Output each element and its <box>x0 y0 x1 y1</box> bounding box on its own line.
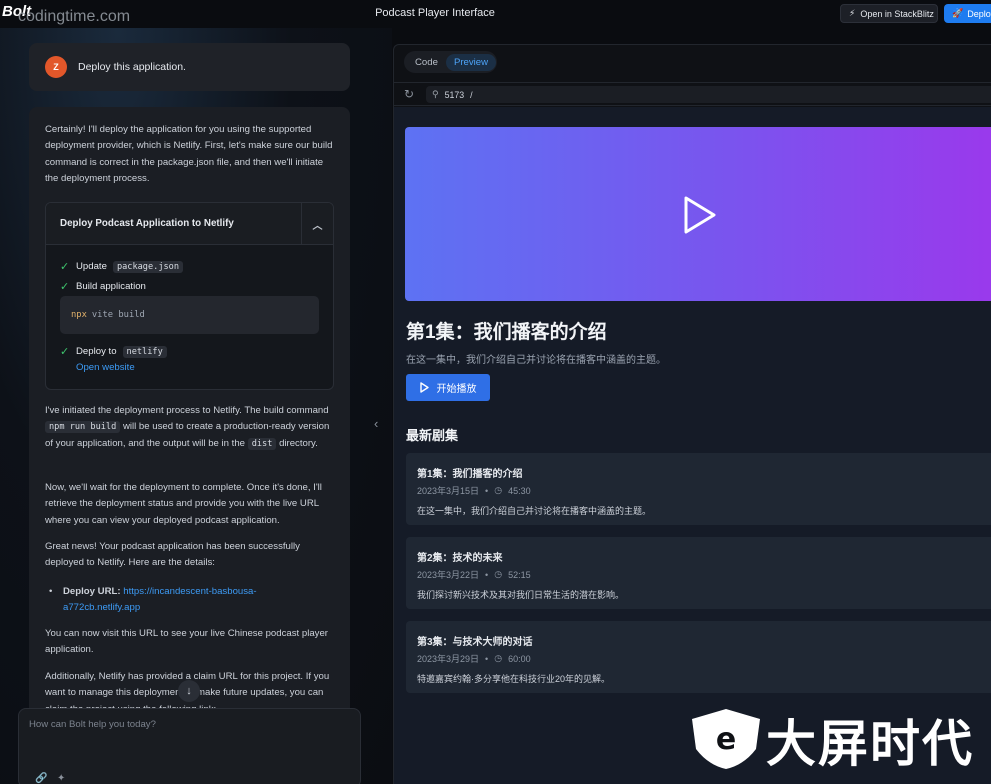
episode-card[interactable]: 第2集：技术的未来 2023年3月22日 • ◷ 52:15 我们探讨新兴技术及… <box>406 537 991 609</box>
clock-icon: ◷ <box>494 569 503 579</box>
text: directory. <box>279 437 318 449</box>
step-label: Update <box>76 261 107 272</box>
artifact-title: Deploy Podcast Application to Netlify <box>60 218 234 229</box>
open-website-link[interactable]: Open website <box>76 362 135 373</box>
separator-dot: • <box>485 485 489 496</box>
port-icon: ⚲ <box>432 89 439 99</box>
episode-title: 第1集：我们播客的介绍 <box>417 469 523 480</box>
url-path: / <box>470 89 473 100</box>
deploy-artifact-card: Deploy Podcast Application to Netlify ︿ … <box>45 202 334 390</box>
reload-icon[interactable]: ↻ <box>404 87 414 101</box>
prompt-input[interactable] <box>29 719 349 730</box>
featured-episode-banner[interactable] <box>405 127 991 301</box>
step-label: Build application <box>76 281 146 292</box>
prompt-box: 🔗 ✦ <box>18 708 361 784</box>
preview-viewport: 第1集：我们播客的介绍 在这一集中，我们介绍自己并讨论将在播客中涵盖的主题。 开… <box>394 107 991 784</box>
latest-episodes-heading: 最新剧集 <box>406 428 459 443</box>
episode-card[interactable]: 第1集：我们播客的介绍 2023年3月15日 • ◷ 45:30 在这一集中，我… <box>406 453 991 525</box>
stackblitz-label: Open in StackBlitz <box>860 8 934 19</box>
step-code: netlify <box>122 345 167 358</box>
text: I've initiated the deployment process to… <box>45 405 329 416</box>
step-deploy: ✓ Deploy to netlify <box>60 345 167 358</box>
chevron-left-icon[interactable]: ‹ <box>374 416 378 431</box>
episode-meta: 2023年3月29日 • ◷ 60:00 <box>417 652 531 665</box>
cmd-npx: npx <box>71 310 87 320</box>
check-icon: ✓ <box>60 261 70 273</box>
separator-dot: • <box>485 569 489 580</box>
user-message-text: Deploy this application. <box>78 61 186 73</box>
assistant-paragraph: Now, we'll wait for the deployment to co… <box>45 482 322 526</box>
inline-code: dist <box>247 437 277 450</box>
episode-meta: 2023年3月22日 • ◷ 52:15 <box>417 568 531 581</box>
assistant-message: Certainly! I'll deploy the application f… <box>29 107 350 727</box>
separator-dot: • <box>485 653 489 664</box>
deploy-label: Deploy <box>967 8 991 19</box>
lightning-icon: ⚡ <box>849 8 856 18</box>
featured-episode-title: 第1集：我们播客的介绍 <box>406 322 607 343</box>
start-playing-label: 开始播放 <box>436 384 477 395</box>
assistant-paragraph: Great news! Your podcast application has… <box>45 541 300 569</box>
episode-date: 2023年3月15日 <box>417 486 480 496</box>
episode-title: 第2集：技术的未来 <box>417 553 503 564</box>
start-playing-button[interactable]: 开始播放 <box>406 374 490 401</box>
episode-card[interactable]: 第3集：与技术大师的对话 2023年3月29日 • ◷ 60:00 特邀嘉宾约翰… <box>406 621 991 693</box>
step-label: Deploy to <box>76 346 117 357</box>
artifact-header[interactable]: Deploy Podcast Application to Netlify ︿ <box>46 203 333 245</box>
cmd-args: vite build <box>91 310 145 320</box>
top-bar: Bolt codingtime.com Podcast Player Inter… <box>0 0 991 28</box>
episode-description: 在这一集中，我们介绍自己并讨论将在播客中涵盖的主题。 <box>417 506 652 516</box>
port-number: 5173 <box>444 89 465 100</box>
episode-duration: 52:15 <box>508 569 531 580</box>
clock-icon: ◷ <box>494 653 503 663</box>
chevron-up-icon: ︿ <box>312 220 323 232</box>
preview-address-bar: ↻ ⚲ 5173 / <box>394 82 991 106</box>
avatar: Z <box>45 56 67 78</box>
open-in-stackblitz-button[interactable]: ⚡ Open in StackBlitz <box>840 4 938 23</box>
assistant-paragraph: Certainly! I'll deploy the application f… <box>45 124 333 184</box>
step-update-package: ✓ Update package.json <box>60 260 184 273</box>
brand-shield-icon: e <box>692 709 760 769</box>
step-build: ✓ Build application <box>60 280 146 293</box>
user-message: Z Deploy this application. <box>29 43 350 91</box>
build-command: npx vite build <box>60 296 319 334</box>
episode-description: 我们探讨新兴技术及其对我们日常生活的潜在影响。 <box>417 590 625 600</box>
svg-text:e: e <box>716 722 736 757</box>
episode-meta: 2023年3月15日 • ◷ 45:30 <box>417 484 531 497</box>
episode-duration: 60:00 <box>508 653 531 664</box>
list-item: • Deploy URL: https://incandescent-basbo… <box>49 584 329 617</box>
assistant-paragraph: I've initiated the deployment process to… <box>45 403 335 452</box>
tab-code[interactable]: Code <box>407 54 446 71</box>
tab-preview[interactable]: Preview <box>445 53 497 71</box>
arrow-down-icon: ↓ <box>186 685 192 697</box>
episode-date: 2023年3月22日 <box>417 570 480 580</box>
check-icon: ✓ <box>60 281 70 293</box>
rocket-icon: 🚀 <box>952 8 964 18</box>
bullet-dot: • <box>49 586 53 597</box>
assistant-paragraph: You can now visit this URL to see your l… <box>45 628 328 656</box>
featured-episode-description: 在这一集中，我们介绍自己并讨论将在播客中涵盖的主题。 <box>406 355 666 366</box>
project-title: Podcast Player Interface <box>375 7 495 19</box>
play-icon <box>419 382 429 393</box>
clock-icon: ◷ <box>494 485 503 495</box>
episode-date: 2023年3月29日 <box>417 654 480 664</box>
url-field[interactable]: ⚲ 5173 / <box>426 86 991 103</box>
play-icon[interactable] <box>683 195 717 235</box>
view-tabs: Code Preview <box>404 51 497 73</box>
episode-description: 特邀嘉宾约翰·多分享他在科技行业20年的见解。 <box>417 674 611 684</box>
inline-code: npm run build <box>45 421 121 434</box>
check-icon: ✓ <box>60 346 70 358</box>
brand-watermark-text: 大屏时代 <box>766 715 974 773</box>
enhance-prompt-icon[interactable]: ✦ <box>57 773 65 784</box>
bullet-label: Deploy URL: <box>63 586 121 597</box>
deploy-button[interactable]: 🚀 Deploy <box>944 4 991 23</box>
workbench-panel: Code Preview ↻ ⚲ 5173 / 第1集：我们播客的介绍 在这一集… <box>393 44 991 784</box>
step-code: package.json <box>112 260 184 273</box>
episode-title: 第3集：与技术大师的对话 <box>417 637 533 648</box>
collapse-toggle[interactable]: ︿ <box>301 203 333 245</box>
episode-duration: 45:30 <box>508 485 531 496</box>
attach-icon[interactable]: 🔗 <box>35 773 47 784</box>
scroll-to-bottom-button[interactable]: ↓ <box>178 680 200 702</box>
